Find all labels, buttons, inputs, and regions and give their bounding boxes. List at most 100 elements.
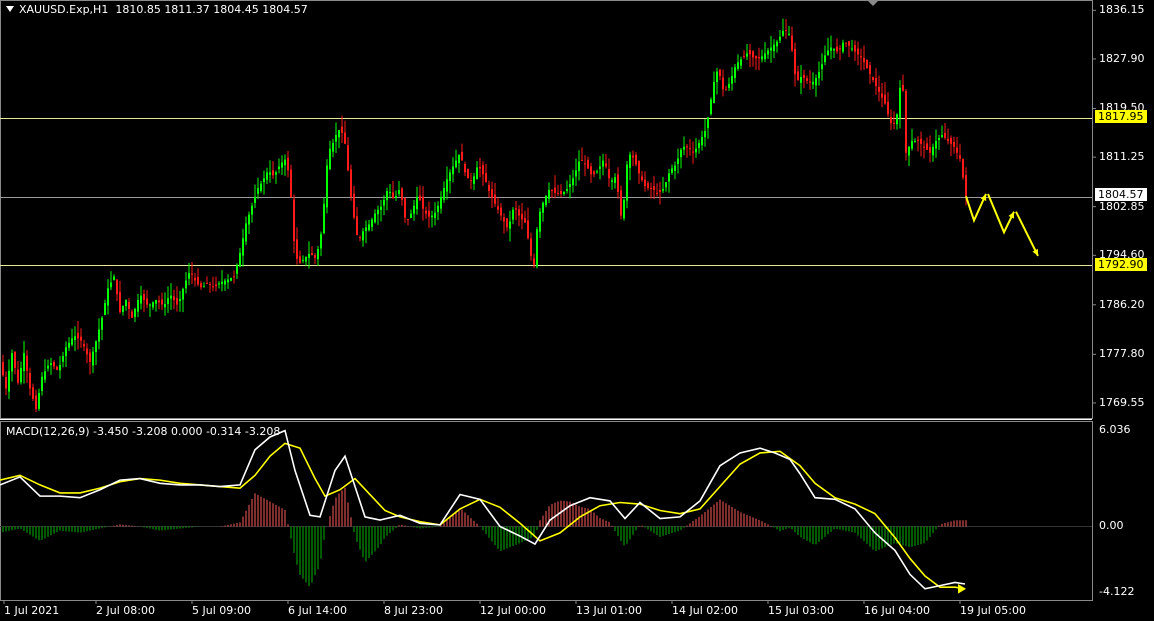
candle-body [659, 189, 661, 193]
candle-body [911, 140, 913, 149]
candle [47, 359, 49, 372]
candle-body [53, 362, 55, 367]
candle-body [206, 283, 208, 285]
time-tick-label: 16 Jul 04:00 [864, 604, 930, 617]
candle [818, 61, 820, 86]
candle [959, 143, 961, 162]
candle-body [347, 145, 349, 171]
candle-body [548, 190, 550, 199]
candle [740, 56, 742, 70]
candle-body [767, 50, 769, 55]
candle [332, 138, 334, 158]
candle-body [827, 50, 829, 56]
candle [122, 305, 124, 316]
candle-body [113, 276, 115, 281]
candle [287, 151, 289, 178]
candle-body [749, 49, 751, 55]
trading-chart[interactable] [0, 0, 1154, 621]
candle [938, 134, 940, 151]
candle-body [683, 146, 685, 150]
candle [887, 92, 889, 118]
candle [770, 35, 772, 63]
candle-body [674, 165, 676, 171]
candle-body [71, 338, 73, 345]
candle-body [215, 284, 217, 287]
candle-body [704, 131, 706, 138]
candle [11, 349, 13, 382]
candle [671, 164, 673, 175]
candle [338, 130, 340, 149]
candle [311, 246, 313, 256]
candle-body [923, 146, 925, 148]
candle-body [716, 71, 718, 83]
candle-body [203, 286, 205, 288]
candle [932, 143, 934, 162]
candle [413, 200, 415, 221]
candle-body [362, 231, 364, 241]
ohlc-values: 1810.85 1811.37 1804.45 1804.57 [115, 3, 308, 16]
collapse-triangle-icon[interactable] [6, 6, 14, 12]
candle-body [314, 255, 316, 258]
candle [395, 190, 397, 201]
candle-body [905, 91, 907, 153]
candle [209, 281, 211, 293]
chart-header[interactable]: XAUUSD.Exp,H1 1810.85 1811.37 1804.45 18… [6, 3, 308, 16]
candle [914, 138, 916, 143]
candle [545, 195, 547, 208]
candle-body [77, 332, 79, 339]
candle [575, 158, 577, 186]
candle-body [425, 210, 427, 214]
candle [944, 122, 946, 140]
candle [875, 68, 877, 95]
candle [215, 276, 217, 292]
time-tick-label: 1 Jul 2021 [4, 604, 60, 617]
candle [824, 45, 826, 66]
candle [608, 158, 610, 187]
candle-body [146, 298, 148, 305]
candle [80, 328, 82, 348]
candle [569, 174, 571, 199]
candle-body [725, 89, 727, 91]
candle-body [14, 352, 16, 368]
candle [158, 295, 160, 310]
candle-body [650, 188, 652, 190]
candle [929, 135, 931, 163]
candle [110, 271, 112, 291]
candle-body [881, 93, 883, 98]
candle-body [512, 209, 514, 220]
candle-body [554, 187, 556, 193]
candle [260, 180, 262, 193]
shift-marker-icon[interactable] [867, 0, 879, 6]
candle [221, 270, 223, 292]
candle-body [566, 189, 568, 192]
candle-body [143, 293, 145, 301]
candle [797, 65, 799, 81]
candle-body [230, 277, 232, 281]
candle-body [140, 295, 142, 304]
candle-body [800, 77, 802, 83]
candle-body [632, 155, 634, 158]
candle-body [296, 239, 298, 259]
candle [314, 253, 316, 265]
candle [212, 276, 214, 292]
candle [635, 152, 637, 167]
candle-body [857, 48, 859, 55]
candle-body [386, 191, 388, 201]
candle [434, 202, 436, 226]
candle [785, 19, 787, 39]
candle-body [878, 86, 880, 92]
candle [710, 97, 712, 116]
candle [125, 299, 127, 311]
candle-body [185, 280, 187, 289]
candle [461, 143, 463, 161]
candle-body [890, 116, 892, 124]
candle-body [350, 169, 352, 197]
candle-body [686, 146, 688, 148]
candle-body [92, 351, 94, 366]
candle-body [59, 364, 61, 371]
candle [767, 47, 769, 59]
candle [722, 69, 724, 97]
candle [56, 365, 58, 371]
candle-body [356, 216, 358, 236]
candle-body [62, 356, 64, 362]
